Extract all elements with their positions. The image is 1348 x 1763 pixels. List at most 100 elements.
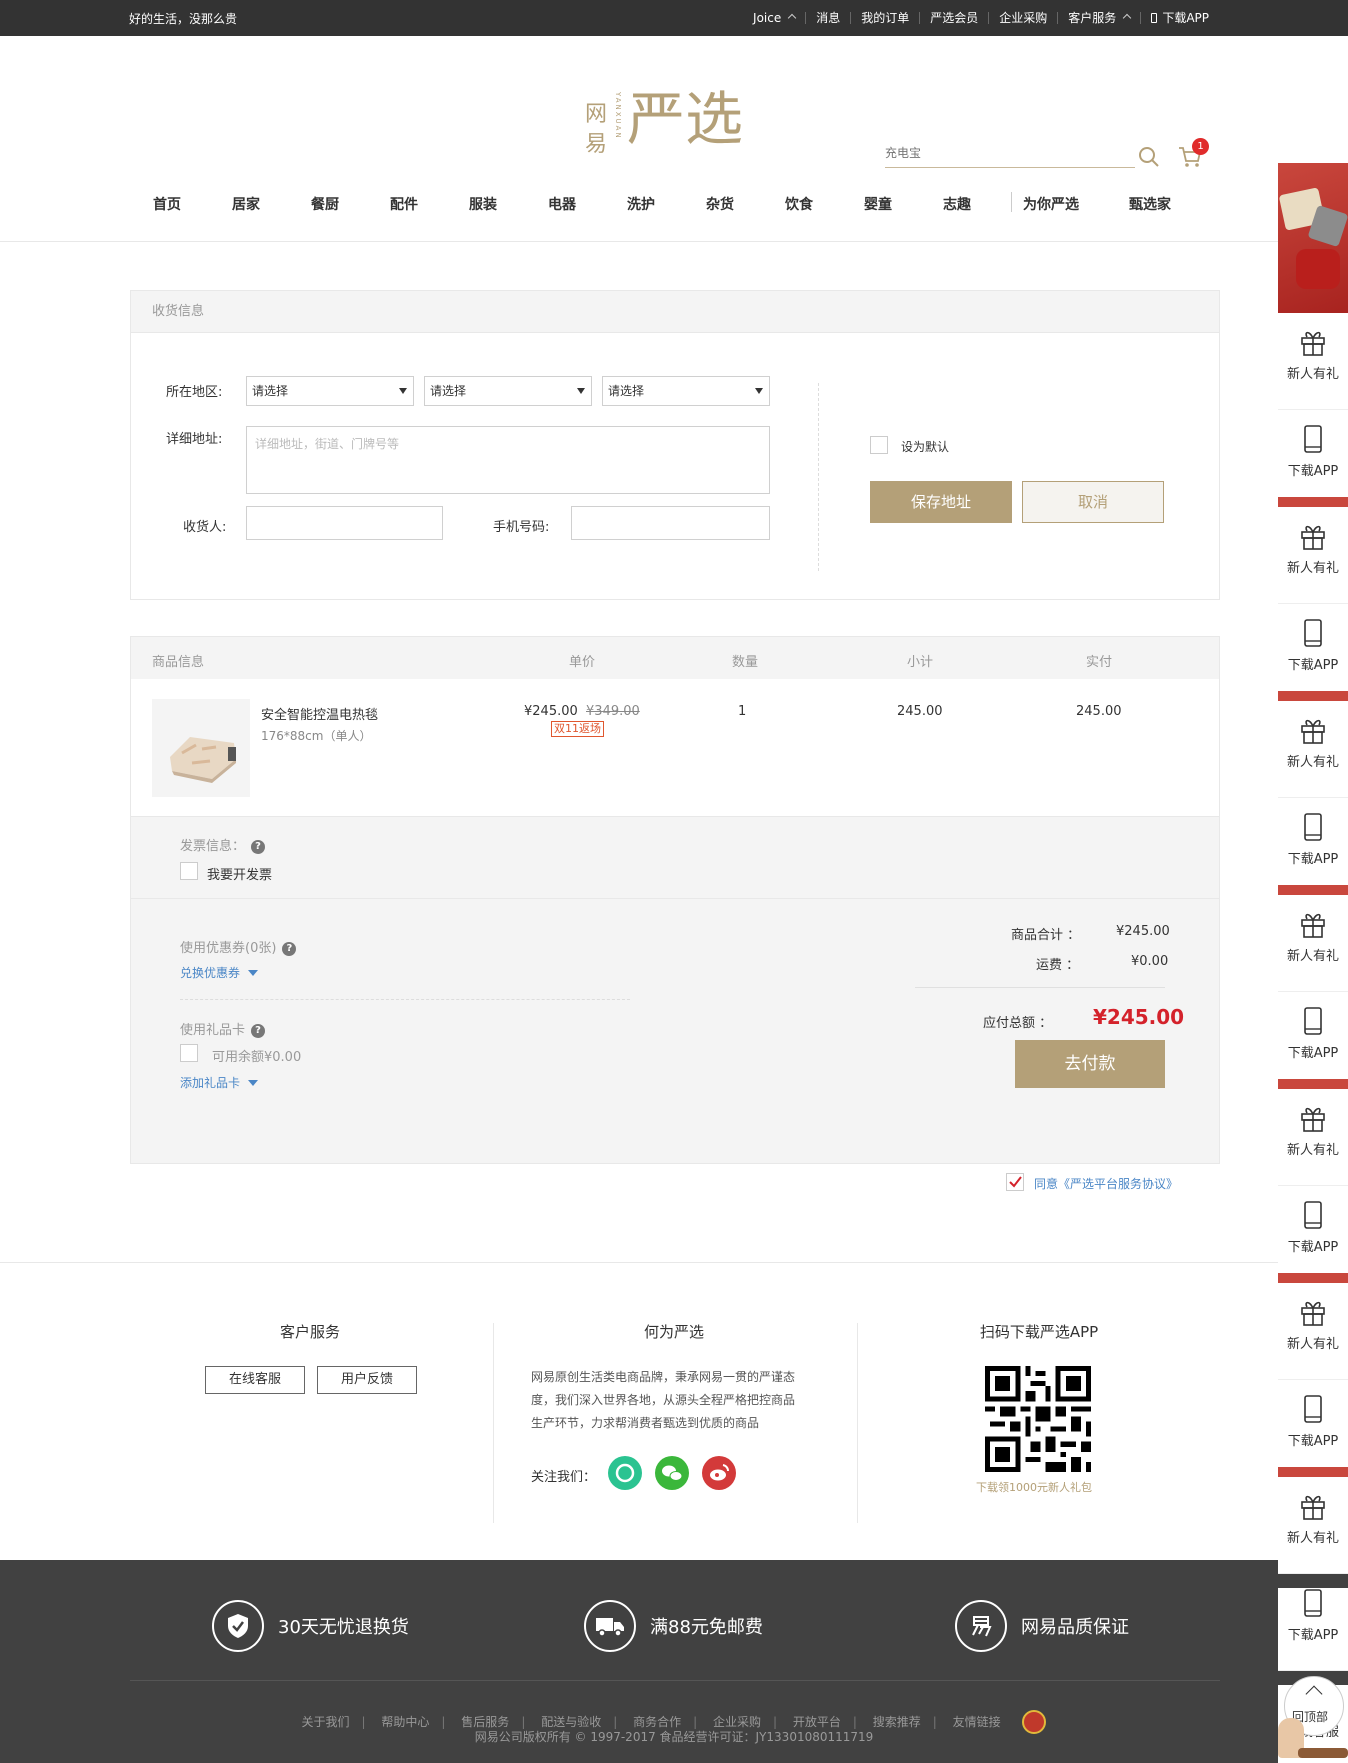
help-icon[interactable]: ? <box>251 1024 266 1038</box>
footer-link-business[interactable]: 商务合作 <box>633 1715 681 1729</box>
phone-icon <box>1304 1589 1322 1617</box>
nav-electronics[interactable]: 电器 <box>548 194 576 214</box>
nav-sundries[interactable]: 杂货 <box>706 194 734 214</box>
search-input[interactable] <box>885 146 1135 160</box>
yixin-icon[interactable] <box>608 1456 642 1490</box>
help-icon[interactable]: ? <box>251 840 266 854</box>
nav-kitchen[interactable]: 餐厨 <box>311 194 339 214</box>
add-giftcard-link[interactable]: 添加礼品卡 <box>180 1074 259 1091</box>
sidebar-item-new-user-gift[interactable]: 新人有礼 <box>1278 521 1348 604</box>
sidebar-item-download-app[interactable]: 下载APP <box>1278 1588 1348 1671</box>
redeem-coupon-label: 兑换优惠券 <box>180 966 241 980</box>
set-default-checkbox[interactable] <box>870 436 888 454</box>
nav-for-you[interactable]: 为你严选 <box>1023 194 1079 214</box>
district-select[interactable]: 请选择 <box>602 376 770 406</box>
logo-vertical-text: YANXUAN <box>614 92 622 140</box>
gift-icon <box>1301 1301 1325 1326</box>
sidebar-item-label: 下载APP <box>1287 658 1339 673</box>
logo[interactable]: 网 易 YANXUAN 严选 <box>585 84 767 184</box>
section-title: 收货信息 <box>131 291 1219 333</box>
wechat-icon[interactable] <box>655 1456 689 1490</box>
footer-link-friends[interactable]: 友情链接 <box>953 1715 1001 1729</box>
caret-down-icon <box>248 970 259 976</box>
sidebar-item-download-app[interactable]: 下载APP <box>1278 812 1348 895</box>
product-image[interactable] <box>152 699 250 797</box>
sidebar-item-download-app[interactable]: 下载APP <box>1278 1006 1348 1089</box>
nav-interests[interactable]: 志趣 <box>943 194 971 214</box>
sidebar-item-download-app[interactable]: 下载APP <box>1278 1394 1348 1477</box>
sidebar-item-new-user-gift[interactable]: 新人有礼 <box>1278 909 1348 992</box>
receiver-input[interactable] <box>246 506 443 540</box>
nav-apparel[interactable]: 服装 <box>469 194 497 214</box>
redeem-coupon-link[interactable]: 兑换优惠券 <box>180 964 259 981</box>
online-service-button[interactable]: 在线客服 <box>205 1366 305 1394</box>
enterprise-purchase-link[interactable]: 企业采购 <box>988 12 1057 24</box>
goods-table-header: 商品信息 单价 数量 小计 实付 <box>131 637 1219 679</box>
check-icon <box>1009 1176 1022 1188</box>
nav-curators[interactable]: 甄选家 <box>1129 194 1171 214</box>
sidebar-item-new-user-gift[interactable]: 新人有礼 <box>1278 715 1348 798</box>
sidebar-item-download-app[interactable]: 下载APP <box>1278 618 1348 701</box>
phone-input[interactable] <box>571 506 770 540</box>
sidebar-item-download-app[interactable]: 下载APP <box>1278 424 1348 507</box>
footer-link-help[interactable]: 帮助中心 <box>381 1715 429 1729</box>
pay-button[interactable]: 去付款 <box>1015 1040 1165 1088</box>
original-price: ¥349.00 <box>586 704 640 719</box>
sidebar-item-new-user-gift[interactable]: 新人有礼 <box>1278 1103 1348 1186</box>
footer-link-about[interactable]: 关于我们 <box>302 1715 350 1729</box>
download-app-link[interactable]: 下载APP <box>1140 12 1219 24</box>
dropdown-arrow-icon <box>399 388 407 394</box>
nav-food[interactable]: 饮食 <box>785 194 813 214</box>
my-orders-link[interactable]: 我的订单 <box>850 12 919 24</box>
invoice-checkbox[interactable] <box>180 862 198 880</box>
sidebar-item-new-user-gift[interactable]: 新人有礼 <box>1278 1491 1348 1574</box>
user-name: Joice <box>753 11 782 25</box>
product-name[interactable]: 安全智能控温电热毯 <box>261 704 378 723</box>
city-select[interactable]: 请选择 <box>424 376 592 406</box>
messages-link[interactable]: 消息 <box>805 12 850 24</box>
province-select[interactable]: 请选择 <box>246 376 414 406</box>
agreement-checkbox[interactable] <box>1006 1173 1024 1191</box>
footer-link-open-platform[interactable]: 开放平台 <box>793 1715 841 1729</box>
coupon-label: 使用优惠券(0张)? <box>180 937 297 956</box>
nav-home-living[interactable]: 居家 <box>232 194 260 214</box>
cancel-button[interactable]: 取消 <box>1022 481 1164 523</box>
weibo-icon[interactable] <box>702 1456 736 1490</box>
footer-link-enterprise[interactable]: 企业采购 <box>713 1715 761 1729</box>
promo-banner[interactable] <box>1278 163 1348 313</box>
nav-baby[interactable]: 婴童 <box>864 194 892 214</box>
help-icon[interactable]: ? <box>282 942 297 956</box>
dropdown-arrow-icon <box>755 388 763 394</box>
save-address-button[interactable]: 保存地址 <box>870 481 1012 523</box>
footer-link-aftersales[interactable]: 售后服务 <box>461 1715 509 1729</box>
sidebar-item-new-user-gift[interactable]: 新人有礼 <box>1278 327 1348 410</box>
sidebar-item-new-user-gift[interactable]: 新人有礼 <box>1278 1297 1348 1380</box>
agreement-link[interactable]: 同意《严选平台服务协议》 <box>1034 1175 1178 1192</box>
link-separator: | <box>441 1715 446 1729</box>
membership-link[interactable]: 严选会员 <box>919 12 988 24</box>
user-menu[interactable]: Joice <box>743 12 805 24</box>
customer-service-menu[interactable]: 客户服务 <box>1057 12 1140 24</box>
footer-bottom: 30天无忧退换货 满88元免邮费 网易品质保证 关于我们 | 帮助中心 | 售后服务… <box>0 1560 1348 1763</box>
nav-home[interactable]: 首页 <box>153 194 181 214</box>
search-icon[interactable] <box>1138 146 1160 168</box>
nav-accessories[interactable]: 配件 <box>390 194 418 214</box>
phone-icon <box>1304 1201 1322 1229</box>
detail-address-textarea[interactable]: 详细地址，街道、门牌号等 <box>246 426 770 494</box>
back-to-top-button[interactable]: 回顶部 <box>1278 1670 1348 1763</box>
footer-link-delivery[interactable]: 配送与验收 <box>541 1715 601 1729</box>
summary-divider <box>915 987 1165 988</box>
shipping-label: 运费 ： <box>1036 958 1080 973</box>
add-giftcard-label: 添加礼品卡 <box>180 1076 241 1090</box>
promo-tag: 双11返场 <box>551 721 604 737</box>
feedback-button[interactable]: 用户反馈 <box>317 1366 417 1394</box>
about-text-line: 度，我们深入世界各地，从源头全程严格把控商品 <box>531 1393 796 1407</box>
footer-link-search[interactable]: 搜索推荐 <box>873 1715 921 1729</box>
sidebar-item-download-app[interactable]: 下载APP <box>1278 1200 1348 1283</box>
giftcard-checkbox[interactable] <box>180 1044 198 1062</box>
gift-icon <box>1301 1495 1325 1520</box>
mascot-base <box>1298 1748 1348 1758</box>
goods-total-value: ¥245.00 <box>1116 924 1170 939</box>
nav-personal-care[interactable]: 洗护 <box>627 194 655 214</box>
quality-glyph <box>972 1616 992 1637</box>
